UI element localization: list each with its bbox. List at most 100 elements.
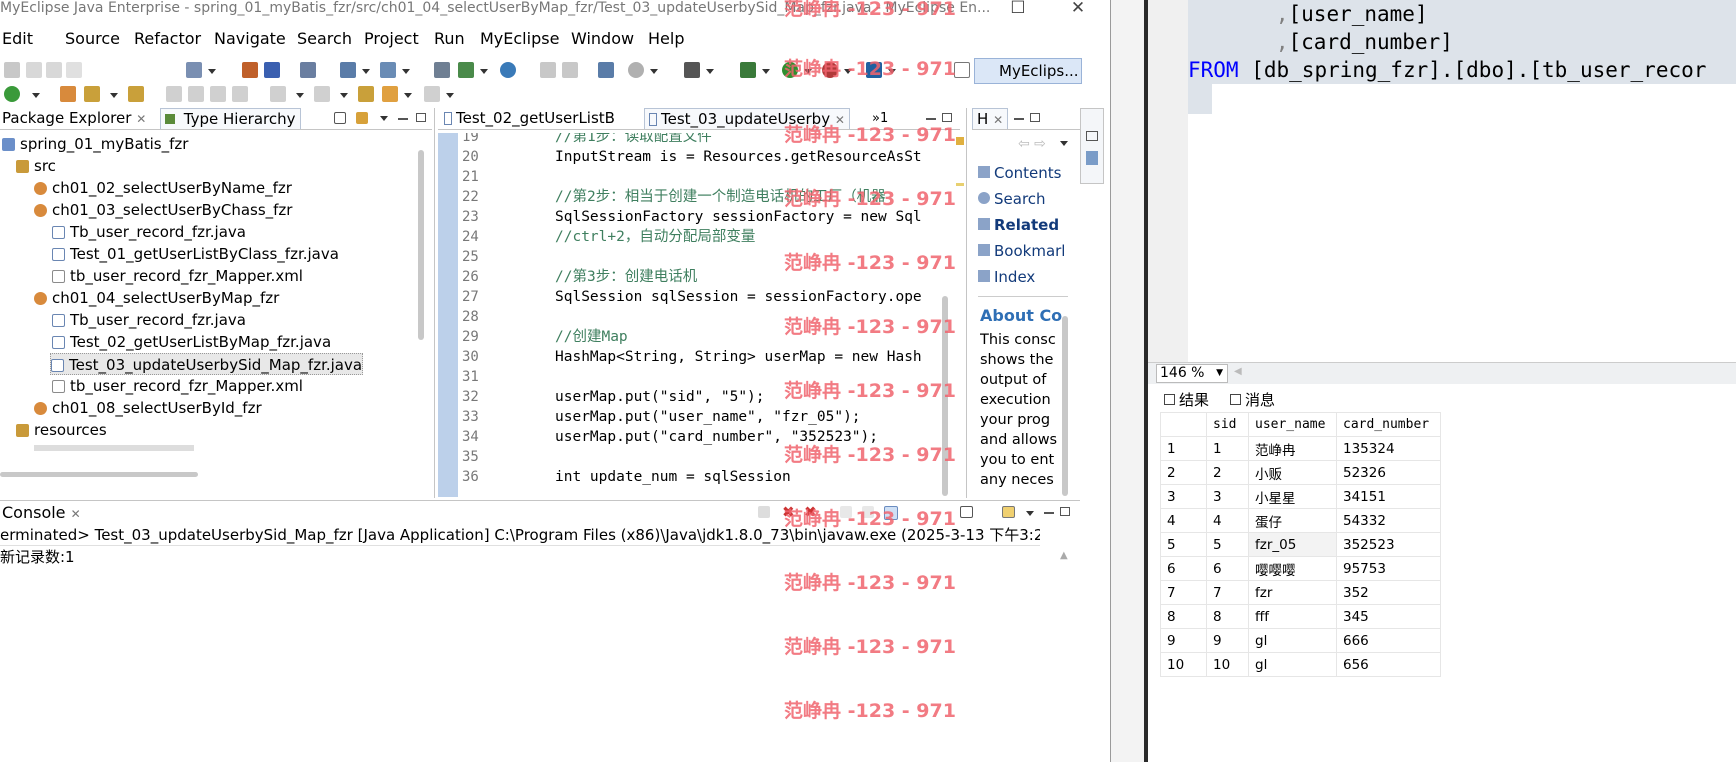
cell-card-number[interactable]: 54332	[1336, 508, 1441, 533]
cell-user-name[interactable]: 小星星	[1248, 484, 1337, 509]
tree-item-file[interactable]: Test_02_getUserListByMap_fzr.java	[52, 331, 331, 353]
close-icon[interactable]: ✕	[136, 112, 146, 126]
db-icon[interactable]	[458, 62, 474, 78]
table-row[interactable]: 4 4 蛋仔 54332	[1160, 508, 1441, 533]
tab-console[interactable]: Console ✕	[0, 502, 85, 524]
cell-user-name-selected[interactable]: fzr_05	[1248, 532, 1337, 557]
tab-test-02[interactable]: Test_02_getUserListB	[440, 108, 619, 129]
perspective-myeclipse[interactable]: MyEclips...	[974, 58, 1082, 84]
open-perspective-icon[interactable]	[954, 62, 970, 78]
chevron-down-icon[interactable]	[762, 69, 770, 74]
back-icon[interactable]: ⇦ ⇨	[1018, 136, 1046, 152]
table-row[interactable]: 1 1 范峥冉 135324	[1160, 436, 1441, 461]
maximize-icon[interactable]	[1060, 507, 1070, 516]
minimize-icon[interactable]	[398, 118, 408, 120]
table-row[interactable]: 9 9 gl 666	[1160, 628, 1441, 653]
table-row[interactable]: 5 5 fzr_05 352523	[1160, 532, 1441, 557]
maximize-icon[interactable]	[1030, 113, 1040, 122]
cell-sid[interactable]: 9	[1206, 628, 1249, 653]
warning-marker-icon[interactable]	[956, 137, 964, 145]
tree-item-file[interactable]: Tb_user_record_fzr.java	[52, 221, 246, 243]
outline-icon[interactable]	[1086, 151, 1098, 165]
folder-open-icon[interactable]	[60, 86, 76, 102]
block-icon[interactable]	[210, 86, 226, 102]
tree-item-package[interactable]: ch01_08_selectUserById_fzr	[34, 397, 262, 419]
chevron-down-icon[interactable]	[404, 93, 412, 98]
cell-card-number[interactable]: 135324	[1336, 436, 1441, 461]
refresh-icon[interactable]	[562, 62, 578, 78]
scroll-left-icon[interactable]: ◀	[1234, 366, 1242, 377]
pencil-icon[interactable]	[84, 86, 100, 102]
chevron-down-icon[interactable]	[110, 93, 118, 98]
tree-item-file[interactable]: Tb_user_record_fzr.java	[52, 309, 246, 331]
marker-icon[interactable]	[956, 183, 964, 186]
menu-source[interactable]: Source	[65, 29, 120, 48]
chevron-down-icon[interactable]	[650, 69, 658, 74]
view-menu-icon[interactable]	[380, 116, 388, 121]
tree-vertical-scrollbar[interactable]	[418, 150, 424, 340]
menu-window[interactable]: Window	[571, 29, 634, 48]
help-item-contents[interactable]: Contents	[978, 160, 1078, 186]
link-icon[interactable]	[540, 62, 556, 78]
open-resource-icon[interactable]	[264, 62, 280, 78]
tab-results[interactable]: 结果	[1164, 389, 1209, 410]
marker-icon[interactable]	[188, 86, 204, 102]
forward-icon[interactable]	[424, 86, 440, 102]
cell-card-number[interactable]: 352523	[1336, 532, 1441, 557]
scroll-up-icon[interactable]: ▲	[1060, 550, 1068, 561]
menu-project[interactable]: Project	[364, 29, 419, 48]
tree-item-file[interactable]: tb_user_record_fzr_Mapper.xml	[52, 375, 303, 397]
globe-icon[interactable]	[500, 62, 516, 78]
cell-user-name[interactable]: 嘤嘤嘤	[1248, 556, 1337, 581]
tab-package-explorer[interactable]: Package Explorer ✕	[0, 108, 150, 129]
chevron-down-icon[interactable]	[402, 69, 410, 74]
open-console-icon[interactable]	[1002, 506, 1015, 518]
chevron-down-icon[interactable]	[706, 69, 714, 74]
link-editor-icon[interactable]	[356, 112, 368, 124]
minimize-icon[interactable]	[1044, 512, 1054, 514]
cell-card-number[interactable]: 345	[1336, 604, 1441, 629]
server-icon[interactable]	[300, 62, 316, 78]
maximize-icon[interactable]	[416, 113, 426, 122]
menu-refactor[interactable]: Refactor	[134, 29, 201, 48]
task-icon[interactable]	[166, 86, 182, 102]
help-item-search[interactable]: Search	[978, 186, 1078, 212]
menu-myeclipse[interactable]: MyEclipse	[480, 29, 559, 48]
new-wizard-icon[interactable]	[186, 62, 202, 78]
deploy-icon[interactable]	[340, 62, 356, 78]
cell-card-number[interactable]: 656	[1336, 652, 1441, 677]
cell-sid[interactable]: 1	[1206, 436, 1249, 461]
view-menu-icon[interactable]	[1026, 511, 1034, 516]
menu-help[interactable]: Help	[648, 29, 684, 48]
cell-user-name[interactable]: fzr	[1248, 580, 1337, 605]
display-console-icon[interactable]	[960, 506, 973, 518]
tree-item-src[interactable]: src	[16, 155, 56, 177]
menu-navigate[interactable]: Navigate	[214, 29, 286, 48]
menu-search[interactable]: Search	[297, 29, 352, 48]
chevron-down-icon[interactable]	[446, 93, 454, 98]
cell-user-name[interactable]: gl	[1248, 628, 1337, 653]
table-row[interactable]: 6 6 嘤嘤嘤 95753	[1160, 556, 1441, 581]
save-all-icon[interactable]	[46, 62, 62, 78]
cell-sid[interactable]: 5	[1206, 532, 1249, 557]
zoom-select[interactable]: 146 % ▼	[1156, 364, 1228, 383]
cell-card-number[interactable]: 666	[1336, 628, 1441, 653]
table-row[interactable]: 3 3 小星星 34151	[1160, 484, 1441, 509]
tree-item-file-selected[interactable]: Test_03_updateUserbySid_Map_fzr.java	[50, 353, 364, 375]
table-row[interactable]: 8 8 fff 345	[1160, 604, 1441, 629]
menu-edit[interactable]: Edit	[2, 29, 33, 48]
settings-icon[interactable]	[628, 62, 644, 78]
prev-annotation-icon[interactable]	[314, 86, 330, 102]
cell-sid[interactable]: 3	[1206, 484, 1249, 509]
terminate-icon[interactable]	[758, 506, 770, 518]
table-row[interactable]: 2 2 小贩 52326	[1160, 460, 1441, 485]
column-header[interactable]: sid	[1206, 412, 1249, 437]
help-vertical-scrollbar[interactable]	[1062, 316, 1068, 496]
cell-card-number[interactable]: 352	[1336, 580, 1441, 605]
close-icon[interactable]: ✕	[71, 507, 81, 521]
tree-item-package[interactable]: ch01_02_selectUserByName_fzr	[34, 177, 292, 199]
chevron-down-icon[interactable]	[296, 93, 304, 98]
cell-sid[interactable]: 4	[1206, 508, 1249, 533]
cell-sid[interactable]: 8	[1206, 604, 1249, 629]
cell-user-name[interactable]: fff	[1248, 604, 1337, 629]
